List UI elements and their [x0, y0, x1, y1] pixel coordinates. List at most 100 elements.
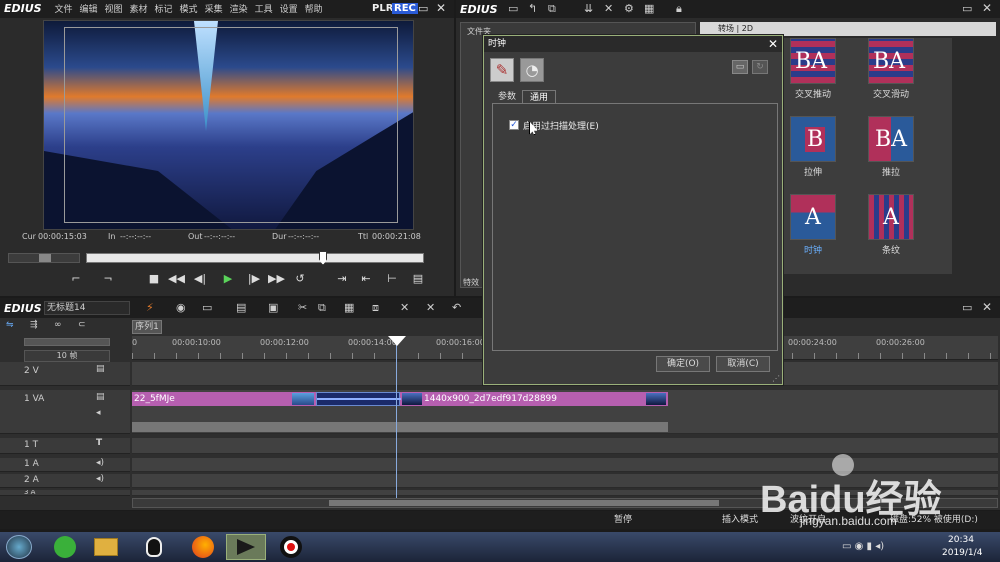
track-header-1t[interactable]: 1 T T — [0, 438, 130, 454]
split-icon[interactable]: ⊢ — [384, 272, 400, 286]
resize-grip-icon[interactable]: ⋰ — [772, 374, 780, 383]
track-header-3a[interactable]: 3 A — [0, 490, 130, 496]
loop-icon[interactable]: ↺ — [292, 272, 308, 286]
new-icon[interactable]: ▭ — [202, 301, 212, 314]
view-icon[interactable]: ▦ — [644, 2, 654, 15]
folder-icon[interactable]: ▭ — [508, 2, 518, 15]
firefox-icon[interactable] — [192, 536, 214, 558]
video-track-icon[interactable]: ▤ — [96, 364, 105, 374]
copy-icon[interactable]: ⧉ — [548, 2, 556, 16]
close-icon[interactable]: ✕ — [982, 300, 992, 314]
audio-track-icon[interactable]: ◂ — [96, 408, 101, 418]
menu-view[interactable]: 视图 — [105, 5, 123, 15]
transition-clip[interactable] — [316, 392, 401, 406]
mode-icon[interactable]: ⇋ — [6, 320, 14, 330]
open-icon[interactable]: ▤ — [236, 301, 246, 314]
track-header-2v[interactable]: 2 V ▤ — [0, 362, 130, 386]
title-track-icon[interactable]: T — [96, 438, 102, 448]
file-explorer-icon[interactable] — [94, 538, 118, 556]
effect-push-pull[interactable]: BA 推拉 — [860, 116, 922, 178]
position-slider[interactable] — [86, 251, 424, 265]
paste-icon[interactable]: ▦ — [344, 301, 354, 314]
shuttle-handle[interactable] — [39, 254, 51, 262]
minimize-icon[interactable]: ▭ — [418, 2, 428, 15]
stopwatch-icon[interactable]: ◔ — [520, 58, 544, 82]
arrange-icon[interactable]: ⇊ — [584, 2, 593, 15]
menu-clip[interactable]: 素材 — [130, 5, 148, 15]
mark-out-icon[interactable]: ¬ — [100, 272, 116, 286]
menu-edit[interactable]: 编辑 — [79, 5, 97, 15]
minimize-icon[interactable]: ▭ — [962, 2, 972, 15]
rec-button[interactable]: REC — [392, 3, 418, 14]
track-header-1a[interactable]: 1 A ◂) — [0, 458, 130, 472]
track-row-3a[interactable] — [132, 490, 998, 496]
delete-icon[interactable]: ✕ — [604, 2, 613, 15]
track-row-1t[interactable] — [132, 438, 998, 454]
overscan-checkbox[interactable]: ✓ — [509, 120, 519, 130]
effect-clock[interactable]: A 时钟 — [782, 194, 844, 256]
minimize-icon[interactable]: ▭ — [962, 301, 972, 314]
step-forward-icon[interactable]: |▶ — [246, 272, 262, 286]
timeline-cursor[interactable] — [396, 342, 397, 498]
menu-capture[interactable]: 采集 — [205, 5, 223, 15]
360-browser-icon[interactable] — [54, 536, 76, 558]
effect-stripes[interactable]: A 条纹 — [860, 194, 922, 256]
ok-button[interactable]: 确定(O) — [656, 356, 710, 372]
link-icon[interactable]: ⧈ — [372, 301, 379, 315]
menu-help[interactable]: 帮助 — [305, 5, 323, 15]
up-folder-icon[interactable]: ↰ — [528, 2, 537, 15]
magic-wand-icon[interactable]: ⚡︎ — [146, 301, 154, 314]
menu-render[interactable]: 渲染 — [230, 5, 248, 15]
capture-icon[interactable]: ◉ — [176, 301, 186, 314]
sync-icon[interactable]: ∞ — [54, 320, 62, 330]
palette-icon[interactable]: ✎ — [490, 58, 514, 82]
effect-cross-slide[interactable]: BA 交叉滑动 — [860, 38, 922, 100]
cancel-button[interactable]: 取消(C) — [716, 356, 770, 372]
track-row-1a[interactable] — [132, 458, 998, 472]
delete-gap-icon[interactable]: ✕ — [426, 301, 435, 314]
menu-marker[interactable]: 标记 — [155, 5, 173, 15]
effect-stretch[interactable]: B 拉伸 — [782, 116, 844, 178]
close-icon[interactable]: ✕ — [768, 37, 778, 51]
scrollbar-thumb[interactable] — [329, 500, 719, 506]
menu-settings[interactable]: 设置 — [280, 5, 298, 15]
close-icon[interactable]: ✕ — [982, 1, 992, 15]
save-preset-icon[interactable]: ▭ — [732, 60, 748, 74]
tab-params[interactable]: 参数 — [492, 90, 522, 104]
rewind-icon[interactable]: ◀◀ — [168, 272, 185, 286]
lock-icon[interactable]: 🔒︎ — [676, 2, 682, 16]
sequence-tab[interactable]: 序列1 — [132, 320, 162, 334]
close-icon[interactable]: ✕ — [436, 1, 446, 15]
video-track-icon[interactable]: ▤ — [96, 392, 105, 402]
menu-mode[interactable]: 模式 — [180, 5, 198, 15]
start-button[interactable] — [6, 535, 32, 559]
copy-icon[interactable]: ⧉ — [318, 301, 326, 315]
zoom-slider[interactable] — [24, 338, 110, 346]
edius-taskbar-icon[interactable] — [226, 534, 266, 560]
speaker-icon[interactable]: ◂) — [96, 458, 104, 468]
track-header-1va[interactable]: 1 VA ▤ ◂ — [0, 390, 130, 434]
group-icon[interactable]: ⊂ — [78, 320, 86, 330]
menu-file[interactable]: 文件 — [54, 5, 72, 15]
zoom-control[interactable]: 10 帧 — [24, 350, 110, 362]
delete-icon[interactable]: ✕ — [400, 301, 409, 314]
properties-icon[interactable]: ⚙ — [624, 2, 634, 15]
project-name-field[interactable]: 无标题14 — [44, 301, 130, 315]
horizontal-scrollbar[interactable] — [132, 498, 998, 508]
cut-icon[interactable]: ✂ — [298, 301, 307, 314]
speaker-icon[interactable]: ◂) — [96, 474, 104, 484]
qq-icon[interactable] — [146, 537, 162, 557]
menu-tools[interactable]: 工具 — [255, 5, 273, 15]
tab-general[interactable]: 通用 — [522, 90, 556, 104]
track-row-1va[interactable]: 22_5fMJe 1440x900_2d7edf917d28899 — [132, 390, 998, 434]
playhead-marker[interactable] — [319, 251, 327, 265]
save-icon[interactable]: ▣ — [268, 301, 278, 314]
insert-icon[interactable]: ⇥ — [334, 272, 350, 286]
plr-button[interactable]: PLR — [372, 3, 393, 14]
clip-b[interactable]: 1440x900_2d7edf917d28899 — [422, 392, 668, 406]
effect-cross-push[interactable]: BA 交叉推动 — [782, 38, 844, 100]
stop-icon[interactable]: ■ — [146, 272, 162, 286]
track-header-2a[interactable]: 2 A ◂) — [0, 474, 130, 488]
step-back-icon[interactable]: ◀| — [192, 272, 208, 286]
undo-icon[interactable]: ↶ — [452, 301, 461, 314]
